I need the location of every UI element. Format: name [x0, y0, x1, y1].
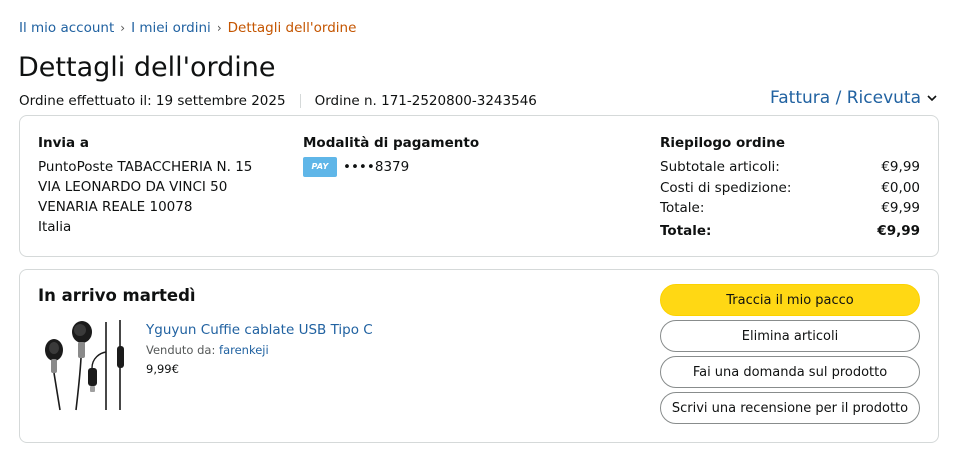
shipment-box: In arrivo martedì Yguyun Cuffie cablate … [19, 269, 939, 443]
address-line: VIA LEONARDO DA VINCI 50 [38, 179, 228, 195]
shipping-heading: Invia a [38, 135, 89, 151]
summary-heading: Riepilogo ordine [660, 135, 786, 151]
track-package-button[interactable]: Traccia il mio pacco [660, 284, 920, 316]
write-review-button[interactable]: Scrivi una recensione per il prodotto [660, 392, 920, 424]
meta-divider [299, 94, 301, 108]
breadcrumb: Il mio account › I miei ordini › Dettagli de… [19, 20, 356, 36]
summary-value: €9,99 [881, 200, 920, 216]
product-seller: Venduto da: farenkeji [146, 343, 373, 357]
ask-question-button[interactable]: Fai una domanda sul prodotto [660, 356, 920, 388]
summary-value: €9,99 [881, 159, 920, 175]
address-line: PuntoPoste TABACCHERIA N. 15 [38, 159, 253, 175]
summary-row: Costi di spedizione: €0,00 [660, 178, 920, 199]
arrival-status: In arrivo martedì [38, 286, 196, 305]
card-brand-icon: PAY [303, 157, 337, 177]
summary-row: Totale: €9,99 [660, 198, 920, 219]
summary-label: Totale: [660, 200, 705, 216]
earphones-image[interactable] [40, 318, 135, 413]
chevron-down-icon [927, 95, 937, 102]
order-meta: Ordine effettuato il: 19 settembre 2025 … [19, 93, 537, 109]
address-line: Italia [38, 219, 72, 235]
payment-heading: Modalità di pagamento [303, 135, 480, 151]
breadcrumb-separator: › [216, 21, 222, 35]
order-summary: Riepilogo ordine Subtotale articoli: €9,… [660, 133, 920, 241]
breadcrumb-my-account[interactable]: Il mio account [19, 20, 114, 36]
sold-by-label: Venduto da: [146, 343, 216, 357]
order-date: Ordine effettuato il: 19 settembre 2025 [19, 93, 286, 109]
card-number: ••••8379 [343, 159, 410, 175]
breadcrumb-separator: › [120, 21, 126, 35]
summary-value: €0,00 [881, 179, 920, 196]
summary-label: Subtotale articoli: [660, 159, 780, 175]
grand-total-value: €9,99 [877, 222, 920, 239]
seller-link[interactable]: farenkeji [219, 343, 269, 357]
grand-total-label: Totale: [660, 222, 712, 239]
breadcrumb-current: Dettagli dell'ordine [227, 20, 357, 36]
remove-items-button[interactable]: Elimina articoli [660, 320, 920, 352]
product-info: Yguyun Cuffie cablate USB Tipo C Venduto… [146, 321, 373, 376]
summary-label: Costi di spedizione: [660, 179, 792, 196]
shipping-address: Invia a PuntoPoste TABACCHERIA N. 15 VIA… [38, 133, 252, 237]
product-title-link[interactable]: Yguyun Cuffie cablate USB Tipo C [146, 321, 373, 339]
order-info-box: Invia a PuntoPoste TABACCHERIA N. 15 VIA… [19, 115, 939, 257]
page-title: Dettagli dell'ordine [18, 52, 276, 83]
invoice-label: Fattura / Ricevuta [770, 88, 921, 108]
breadcrumb-my-orders[interactable]: I miei ordini [131, 20, 211, 36]
card-brand-label: PAY [311, 162, 329, 171]
product-price: 9,99€ [146, 362, 179, 376]
payment-method: Modalità di pagamento PAY ••••8379 [303, 133, 479, 177]
address-line: VENARIA REALE 10078 [38, 199, 193, 215]
payment-card-row: PAY ••••8379 [303, 157, 479, 177]
summary-row: Subtotale articoli: €9,99 [660, 157, 920, 178]
order-number: Ordine n. 171-2520800-3243546 [314, 93, 537, 109]
invoice-dropdown[interactable]: Fattura / Ricevuta [770, 88, 937, 108]
grand-total-row: Totale: €9,99 [660, 221, 920, 242]
